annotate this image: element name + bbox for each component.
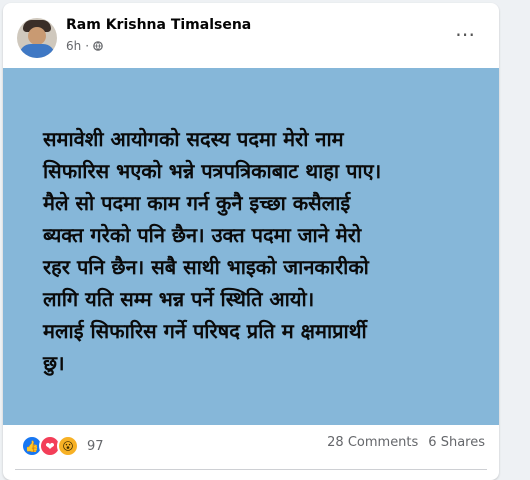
like-button[interactable] — [56, 473, 116, 480]
actions-divider — [15, 469, 487, 470]
post-line: रहर पनि छैन। सबै साथी भाइको जानकारीको — [43, 255, 369, 279]
avatar-shirt — [19, 44, 55, 58]
post-card: Ram Krishna Timalsena 6h · ⋯ समावेशी आयो… — [3, 3, 499, 480]
post-line: छु। — [43, 351, 65, 375]
reaction-count[interactable]: 97 — [87, 439, 104, 454]
post-actions — [3, 473, 499, 480]
meta-separator: · — [85, 39, 90, 53]
post-line: समावेशी आयोगको सदस्य पदमा मेरो नाम — [43, 127, 344, 151]
post-line: मैले सो पदमा काम गर्न कुनै इच्छा कसैलाई — [43, 191, 351, 215]
post-stats: 28 Comments 6 Shares — [327, 435, 485, 450]
wow-icon: 😮 — [57, 435, 79, 457]
post-line: ब्यक्त गरेको पनि छैन। उक्त पदमा जाने मेर… — [43, 223, 362, 247]
post-meta: 6h · — [66, 39, 103, 53]
more-options-icon[interactable]: ⋯ — [455, 24, 476, 44]
post-text: समावेशी आयोगको सदस्य पदमा मेरो नाम सिफार… — [43, 123, 473, 379]
comments-count[interactable]: 28 Comments — [327, 435, 418, 450]
share-button[interactable] — [386, 473, 446, 480]
post-background: समावेशी आयोगको सदस्य पदमा मेरो नाम सिफार… — [3, 68, 499, 425]
avatar-face — [28, 27, 46, 45]
post-line: लागि यति सम्म भन्न पर्ने स्थिति आयो। — [43, 287, 315, 311]
comment-button[interactable] — [221, 473, 281, 480]
post-time[interactable]: 6h — [66, 39, 81, 53]
globe-icon — [93, 41, 103, 51]
reactions-summary[interactable]: 👍 ❤ 😮 97 — [21, 435, 104, 457]
post-line: सिफारिस भएको भन्ने पत्रपत्रिकाबाट थाहा प… — [43, 159, 382, 183]
author-name[interactable]: Ram Krishna Timalsena — [66, 17, 251, 33]
shares-count[interactable]: 6 Shares — [428, 435, 485, 450]
author-avatar[interactable] — [17, 18, 57, 58]
post-line: मलाई सिफारिस गर्ने परिषद प्रति म क्षमाप्… — [43, 319, 367, 343]
